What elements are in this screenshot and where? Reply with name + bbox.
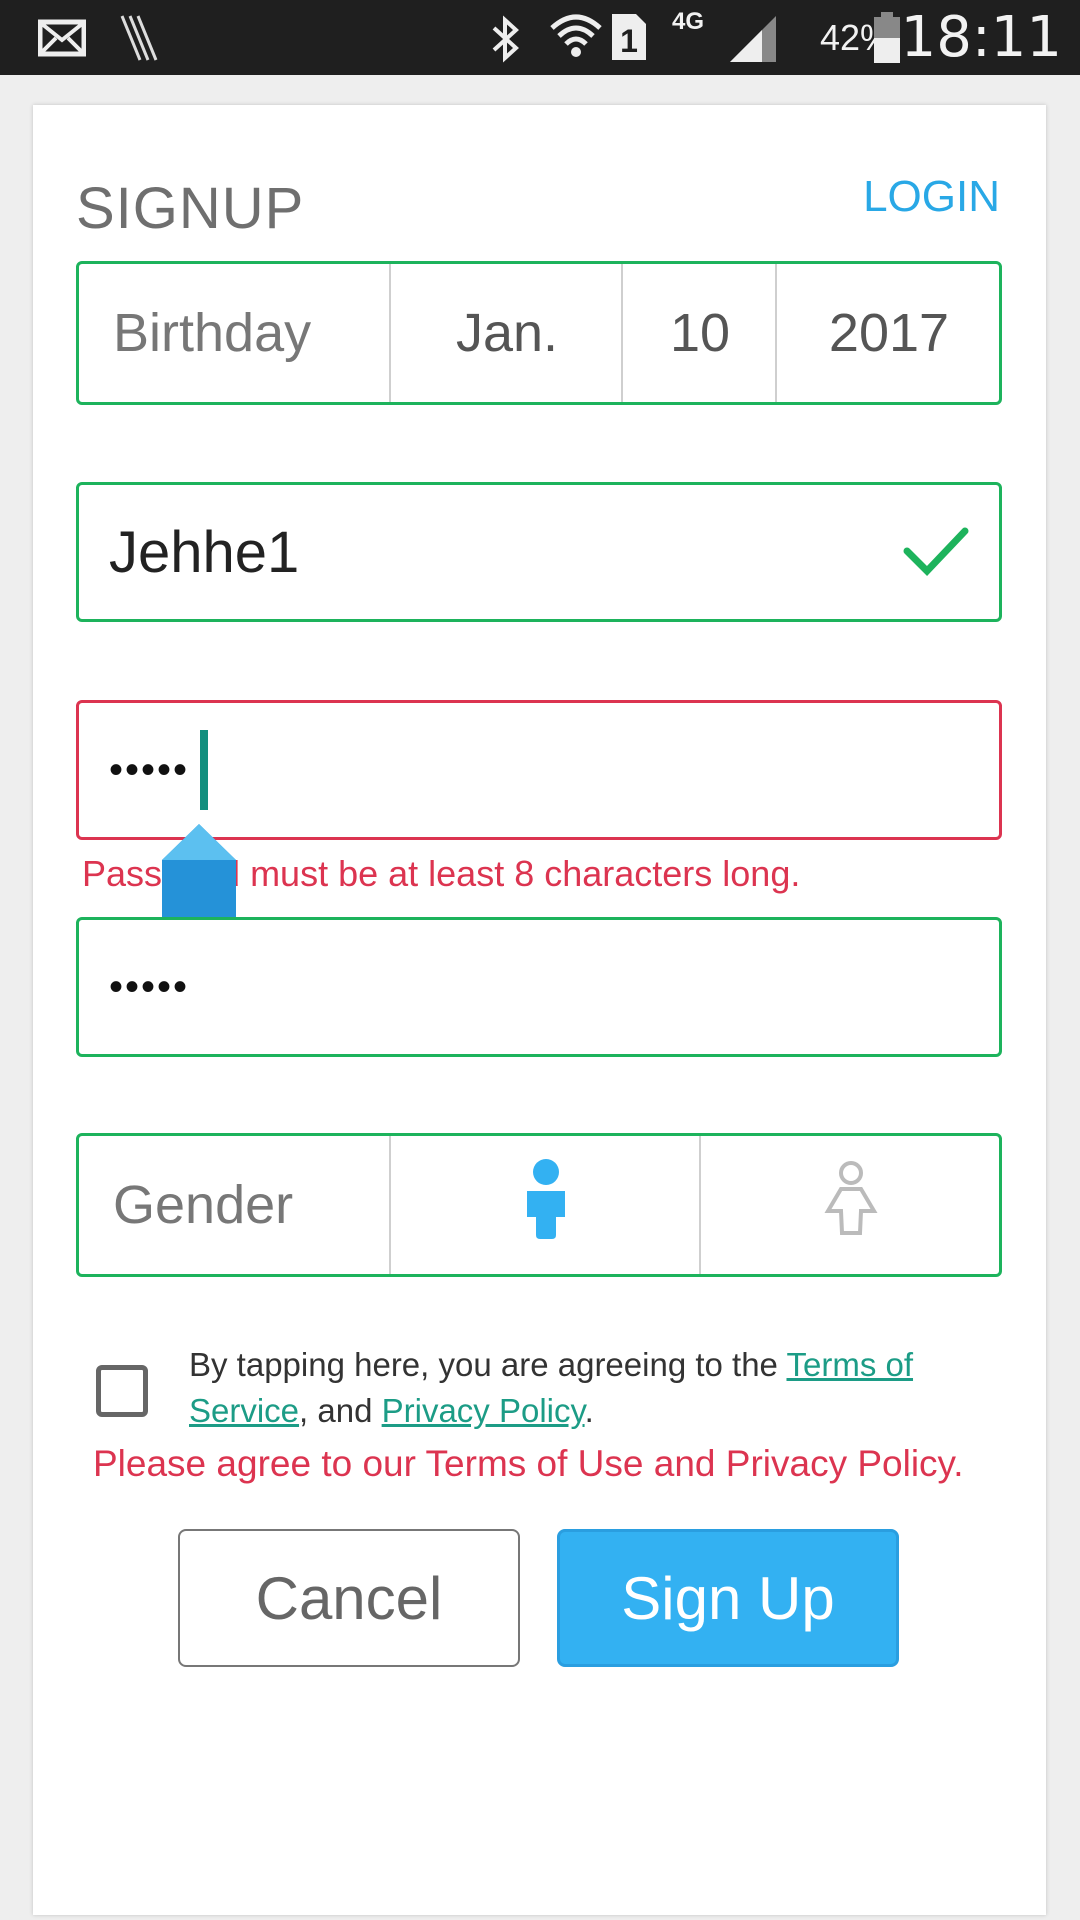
terms-middle: , and: [299, 1392, 382, 1429]
network-type: 4G: [672, 8, 705, 35]
confirm-password-field[interactable]: •••••: [76, 917, 1002, 1057]
username-field[interactable]: Jehhe1: [76, 482, 1002, 622]
gender-female-option[interactable]: [699, 1136, 1001, 1274]
password-field[interactable]: •••••: [76, 700, 1002, 840]
terms-checkbox[interactable]: [96, 1365, 148, 1417]
app-icon: [118, 12, 158, 64]
terms-suffix: .: [584, 1392, 594, 1429]
confirm-password-value: •••••: [109, 964, 190, 1009]
signal-icon: [728, 14, 778, 64]
text-cursor: [200, 730, 208, 810]
bluetooth-icon: [488, 14, 524, 64]
username-value: Jehhe1: [109, 519, 300, 585]
battery-icon: [872, 12, 902, 64]
signup-button[interactable]: Sign Up: [557, 1529, 899, 1667]
page-title: SIGNUP: [76, 176, 305, 241]
male-icon: [523, 1158, 569, 1252]
birthday-year-select[interactable]: 2017: [775, 264, 1001, 402]
wifi-icon: [550, 10, 602, 64]
svg-text:1: 1: [620, 23, 638, 59]
birthday-label: Birthday: [113, 303, 312, 363]
terms-error: Please agree to our Terms of Use and Pri…: [93, 1443, 964, 1484]
checkmark-icon: [903, 525, 969, 582]
terms-prefix: By tapping here, you are agreeing to the: [189, 1346, 787, 1383]
sim-icon: 1: [610, 12, 648, 62]
cancel-button[interactable]: Cancel: [178, 1529, 520, 1667]
birthday-field: Birthday Jan. 10 2017: [76, 261, 1002, 405]
clock: 18:11: [900, 5, 1062, 70]
gender-male-option[interactable]: [389, 1136, 701, 1274]
mail-icon: [38, 18, 86, 58]
privacy-policy-link[interactable]: Privacy Policy: [382, 1392, 585, 1429]
password-value: •••••: [109, 747, 190, 792]
female-icon: [824, 1160, 878, 1250]
gender-label: Gender: [113, 1175, 294, 1235]
gender-field: Gender: [76, 1133, 1002, 1277]
status-bar: 1 4G 42% 18:11: [0, 0, 1080, 75]
birthday-month-select[interactable]: Jan.: [389, 264, 623, 402]
terms-text: By tapping here, you are agreeing to the…: [189, 1342, 949, 1434]
login-link[interactable]: LOGIN: [863, 172, 1000, 222]
cursor-handle[interactable]: [160, 820, 238, 928]
birthday-day-select[interactable]: 10: [621, 264, 777, 402]
